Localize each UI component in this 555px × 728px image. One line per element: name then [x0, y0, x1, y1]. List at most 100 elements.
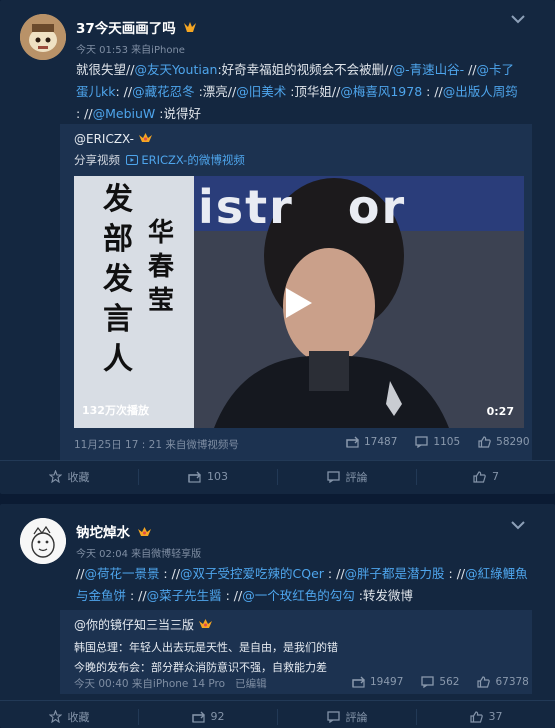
mention-link[interactable]: @出版人周筠 [443, 84, 518, 99]
post-text-segment: :说得好 [155, 106, 201, 121]
share-prefix: 分享视频 [74, 153, 120, 167]
chevron-down-icon[interactable] [510, 520, 526, 530]
vip-badge-icon [183, 22, 196, 32]
repost-label: 92 [210, 710, 225, 723]
mention-link[interactable]: @荷花一景景 [84, 566, 159, 581]
mention-link[interactable]: 与金鱼饼 [76, 588, 126, 603]
comment-button[interactable]: 評論 [278, 468, 417, 485]
mention-link[interactable]: @卡了 [477, 62, 515, 77]
like-count: 58290 [496, 436, 530, 448]
share-link[interactable]: ERICZX-的微博视频 [141, 153, 245, 167]
repost-text-line-2: 今晚的发布会：部分群众消防意识不强，自救能力差 [74, 661, 327, 674]
repost-time: 今天 00:40 来自iPhone 14 Pro 已编辑 [74, 678, 267, 690]
repost-text-line-1: 韩国总理：年轻人出去玩是天性、是自由，是我们的错 [74, 641, 338, 654]
comment-count: 1105 [433, 436, 461, 448]
post-text-segment: : // [422, 84, 443, 99]
mention-link[interactable]: @紅綠鯉魚 [465, 566, 528, 581]
repost-button[interactable]: 92 [139, 708, 278, 725]
video-player[interactable]: istr or 发部发言人 华春莹 132万次播放 0:27 [74, 176, 524, 428]
post-text-segment: 就很失望// [76, 62, 135, 77]
favorite-label: 收藏 [67, 710, 90, 724]
post-text-line-1: 就很失望//@友天Youtian:好奇幸福姐的视频会不会被删//@-青速山谷- … [76, 59, 536, 81]
repost-icon [191, 711, 205, 723]
like-count: 67378 [495, 676, 529, 688]
video-caption-char: 华 [147, 218, 174, 248]
repost-author-name[interactable]: @ERICZX- [74, 132, 134, 146]
repost-author[interactable]: @ERICZX- [74, 132, 153, 146]
favorite-button[interactable]: 收藏 [0, 468, 139, 485]
mention-link[interactable]: @双子受控爱吃辣的CQer [180, 566, 324, 581]
repost-stat-reposts[interactable]: 19497 [352, 676, 403, 688]
comment-icon [415, 436, 429, 448]
repost-stat-likes[interactable]: 67378 [477, 676, 529, 688]
post-text-segment: :好奇幸福姐的视频会不会被删// [217, 62, 393, 77]
video-caption-char: 部 [103, 222, 133, 257]
comment-icon [326, 710, 340, 723]
like-icon [469, 710, 483, 723]
like-button[interactable]: 37 [417, 709, 555, 725]
comment-count: 562 [439, 676, 460, 688]
mention-link[interactable]: @MebiuW [93, 106, 156, 121]
repost-author-name[interactable]: @你的镜仔知三当三版 [74, 618, 194, 632]
video-caption-char: 人 [103, 342, 133, 377]
repost-stats: 19497 562 67378 [352, 676, 529, 688]
username[interactable]: 37今天画画了吗 [76, 17, 197, 37]
repost-count: 19497 [370, 676, 404, 688]
chevron-down-icon[interactable] [510, 14, 526, 24]
video-link-icon [125, 155, 138, 165]
repost-label: 103 [207, 470, 228, 483]
crown-badge-icon [138, 133, 152, 142]
crown-badge-icon [137, 527, 151, 536]
repost-icon [346, 436, 359, 448]
share-line: 分享视频 ERICZX-的微博视频 [74, 152, 245, 168]
repost-stat-comments[interactable]: 562 [421, 676, 459, 688]
post-text-line-3: : //@MebiuW :说得好 [76, 103, 536, 125]
post-text-segment: :漂亮// [194, 84, 237, 99]
post-footer: 收藏 92 評論 37 [0, 700, 555, 728]
repost-author[interactable]: @你的镜仔知三当三版 [74, 616, 213, 633]
post-text-line-2: 蛋儿kk: //@藏花忍冬 :漂亮//@旧美术 :顶华姐//@梅喜风1978 :… [76, 81, 536, 103]
avatar[interactable] [20, 518, 66, 564]
username[interactable]: 钠坨焯水 [76, 521, 152, 541]
mention-link[interactable]: @胖子都是潜力股 [345, 566, 445, 581]
comment-label: 評論 [345, 710, 368, 724]
video-caption-char: 发 [103, 182, 133, 217]
comment-icon [421, 676, 435, 688]
repost-stats: 17487 1105 58290 [346, 436, 530, 448]
repost-stat-comments[interactable]: 1105 [415, 436, 460, 448]
mention-link[interactable]: @友天Youtian [134, 62, 217, 77]
favorite-button[interactable]: 收藏 [0, 708, 139, 725]
username-text[interactable]: 37今天画画了吗 [76, 21, 176, 37]
repost-button[interactable]: 103 [139, 468, 278, 485]
mention-link[interactable]: @菜子先生醤 [147, 588, 222, 603]
repost-box: @ERICZX- 分享视频 ERICZX-的微博视频 istr or 发 部 发… [60, 124, 532, 460]
mention-link[interactable]: @藏花忍冬 [132, 84, 195, 99]
post-text-segment: :顶华姐// [286, 84, 341, 99]
repost-stat-likes[interactable]: 58290 [478, 436, 530, 448]
post-text: //@荷花一景景 : //@双子受控爱吃辣的CQer : //@胖子都是潜力股 … [76, 563, 546, 607]
username-text[interactable]: 钠坨焯水 [76, 525, 130, 541]
comment-button[interactable]: 評論 [278, 708, 417, 725]
mention-link[interactable]: @旧美术 [236, 84, 286, 99]
avatar[interactable] [20, 14, 66, 60]
mention-link[interactable]: @梅喜风1978 [340, 84, 422, 99]
post-footer: 收藏 103 評論 7 [0, 460, 555, 492]
video-caption-char: 言 [103, 302, 133, 337]
mention-link[interactable]: @一个玫红色的勾勾 [242, 588, 355, 603]
feed-card-2: 钠坨焯水 今天 02:04 来自微博轻享版 //@荷花一景景 : //@双子受控… [0, 504, 555, 728]
mention-link[interactable]: @-青速山谷- [393, 62, 465, 77]
repost-stat-reposts[interactable]: 17487 [346, 436, 397, 448]
video-caption-char: 莹 [147, 286, 174, 316]
video-caption: 发部发言人 [98, 180, 138, 380]
like-button[interactable]: 7 [417, 469, 555, 485]
post-text-line-1: //@荷花一景景 : //@双子受控爱吃辣的CQer : //@胖子都是潜力股 … [76, 563, 546, 585]
play-icon[interactable] [284, 286, 314, 320]
video-bg-text: istr or [198, 180, 407, 234]
like-icon [478, 436, 491, 448]
like-label: 37 [488, 710, 503, 723]
repost-icon [188, 471, 201, 483]
like-icon [477, 676, 491, 688]
mention-link[interactable]: 蛋儿kk [76, 84, 115, 99]
video-plays: 132万次播放 [82, 404, 149, 417]
video-caption-char: 发 [103, 262, 133, 297]
